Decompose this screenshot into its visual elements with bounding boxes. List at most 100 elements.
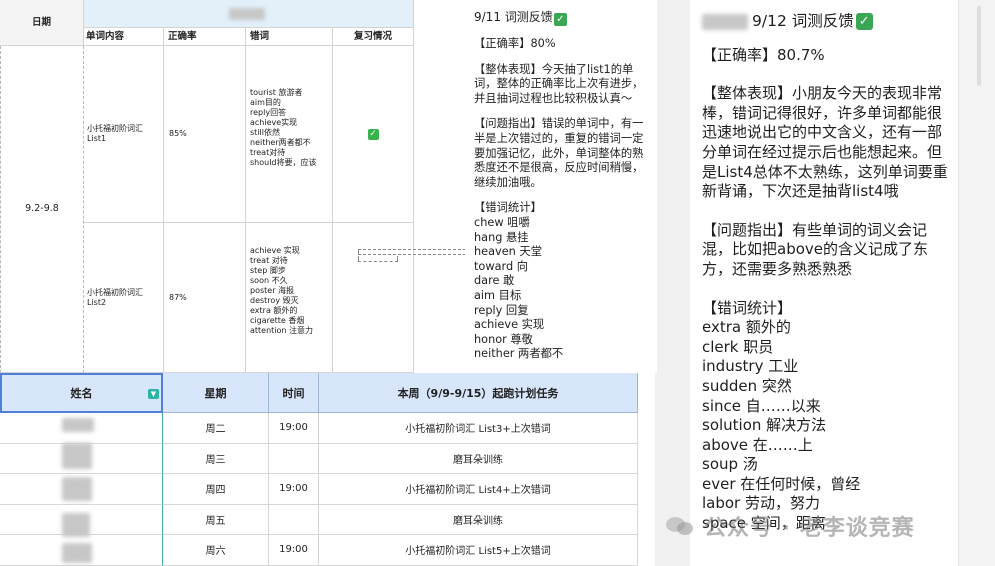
wrong-word-item: since 自……以来: [702, 396, 821, 415]
blurred-student-name: [229, 8, 265, 20]
blurred-student-name-4: [62, 513, 90, 537]
error-word: treat 对待: [250, 256, 288, 265]
row1-content-cell[interactable]: 小托福初阶词汇 List1: [84, 46, 164, 223]
copy-selection-marquee-2: [358, 256, 398, 262]
wrong-word-item: sudden 突然: [702, 376, 792, 395]
error-word: treat对待: [250, 148, 286, 157]
error-word: cigarette 香烟: [250, 316, 305, 325]
weekday-column-header[interactable]: 星期: [163, 373, 269, 413]
wrong-word-item: extra 额外的: [702, 318, 791, 337]
feedback-912-title: 9/12 词测反馈 ✓: [702, 12, 948, 32]
row2-content-cell[interactable]: 小托福初阶词汇 List2: [84, 223, 164, 373]
row1-review-cell[interactable]: ✓: [333, 46, 414, 223]
error-word: achieve实现: [250, 118, 298, 127]
wechat-logo-icon: [666, 514, 696, 538]
wrong-word-item: dare 敢: [474, 274, 515, 288]
weekday-cell[interactable]: 周五: [163, 504, 269, 535]
row1-errors-cell[interactable]: tourist 旅游者 aim目的 reply回答 achieve实现 still依然 n…: [246, 46, 333, 223]
accuracy-column-header[interactable]: 正确率: [164, 28, 246, 46]
feedback-911-issues: 【问题指出】错误的单词中，有一半是上次错过的，重复的错词一定要加强记忆，此外，单…: [474, 117, 644, 189]
row1-accuracy-cell[interactable]: 85%: [164, 46, 246, 223]
time-cell[interactable]: 19:00: [269, 474, 319, 505]
error-word: should将要，应该: [250, 158, 317, 167]
wrong-word-item: above 在……上: [702, 435, 813, 454]
row2-accuracy-cell[interactable]: 87%: [164, 223, 246, 373]
error-word: poster 海报: [250, 286, 295, 295]
feedback-card-912: 9/12 词测反馈 ✓ 【正确率】80.7% 【整体表现】小朋友今天的表现非常棒…: [690, 0, 958, 566]
wrong-word-item: aim 目标: [474, 288, 522, 302]
task-cell[interactable]: 磨耳朵训练: [319, 504, 638, 535]
time-cell-text: 19:00: [279, 483, 308, 495]
wrong-word-item: reply 回复: [474, 303, 529, 317]
error-word: destroy 毁灭: [250, 296, 299, 305]
wrong-word-item: soup 汤: [702, 455, 758, 474]
task-cell[interactable]: 磨耳朵训练: [319, 443, 638, 474]
weekday-cell[interactable]: 周二: [163, 413, 269, 444]
weekday-cell-text: 周六: [205, 546, 226, 558]
task-cell[interactable]: 小托福初阶词汇 List3+上次错词: [319, 413, 638, 444]
weekday-cell-text: 周三: [205, 454, 226, 466]
row2-errors-cell[interactable]: achieve 实现 treat 对待 step 脚步 soon 不久 poster 海…: [246, 223, 333, 373]
date-column-header[interactable]: 日期: [0, 0, 84, 46]
vocab-test-sheet: 日期 单词内容 正确率 错词 复习情况 9.2-9.8 小托福初阶词汇 List…: [0, 0, 636, 373]
empty-sheet-area[interactable]: [414, 0, 465, 373]
time-cell[interactable]: 19:00: [269, 535, 319, 566]
task-cell-text: 小托福初阶词汇 List3+上次错词: [405, 424, 551, 436]
feedback-912-stats-title: 【错词统计】: [702, 298, 793, 317]
error-word: neither两者都不: [250, 138, 311, 147]
time-column-header[interactable]: 时间: [269, 373, 319, 413]
date-range-cell[interactable]: 9.2-9.8: [0, 46, 84, 373]
filter-icon[interactable]: ▼: [148, 389, 159, 399]
row1-error-list: tourist 旅游者 aim目的 reply回答 achieve实现 still依然 n…: [250, 88, 332, 168]
weekday-cell[interactable]: 周三: [163, 443, 269, 474]
error-word: extra 额外的: [250, 306, 298, 315]
row2-review-cell[interactable]: [333, 223, 414, 373]
blurred-student-name: [62, 418, 94, 432]
name-column-header[interactable]: 姓名: [0, 373, 163, 413]
task-cell-text: 磨耳朵训练: [453, 515, 503, 527]
blurred-avatar-name: [702, 13, 748, 30]
task-cell[interactable]: 小托福初阶词汇 List5+上次错词: [319, 535, 638, 566]
date-header-label: 日期: [31, 16, 51, 28]
feedback-912-word-list: extra 额外的 clerk 职员 industry 工业 sudden 突然 sin…: [702, 318, 948, 534]
weekday-cell-text: 周二: [205, 424, 226, 436]
error-word: soon 不久: [250, 276, 288, 285]
errors-column-header[interactable]: 错词: [246, 28, 333, 46]
content-column-header[interactable]: 单词内容: [84, 28, 164, 46]
error-word: still依然: [250, 128, 280, 137]
row2-error-list: achieve 实现 treat 对待 step 脚步 soon 不久 poster 海…: [250, 246, 332, 336]
time-cell[interactable]: [269, 443, 319, 474]
error-word: achieve 实现: [250, 246, 300, 255]
error-word: step 脚步: [250, 266, 286, 275]
feedback-912-overall: 【整体表现】小朋友今天的表现非常棒，错词记得很好，许多单词都能很迅速地说出它的中…: [702, 84, 948, 201]
green-check-icon: ✓: [367, 128, 379, 140]
error-word: attention 注意力: [250, 326, 314, 335]
feedback-912-accuracy: 【正确率】80.7%: [702, 45, 825, 64]
blurred-student-name-5: [62, 543, 92, 563]
task-cell[interactable]: 小托福初阶词汇 List4+上次错词: [319, 474, 638, 505]
time-cell-text: 19:00: [279, 544, 308, 556]
time-cell[interactable]: [269, 504, 319, 535]
wrong-word-item: toward 向: [474, 259, 529, 273]
wechat-watermark: 公众号 · 老李谈竞赛: [666, 509, 966, 543]
blurred-student-name-2: [62, 443, 92, 469]
weekday-cell[interactable]: 周四: [163, 474, 269, 505]
task-column-header[interactable]: 本周（9/9-9/15）起跑计划任务: [319, 373, 638, 413]
error-word: reply回答: [250, 108, 287, 117]
wrong-word-item: clerk 职员: [702, 337, 774, 356]
scrollbar-thumb[interactable]: [977, 6, 981, 86]
feedback-911-stats-title: 【错词统计】: [474, 201, 542, 215]
wrong-word-item: achieve 实现: [474, 318, 545, 332]
student-name-merged-header[interactable]: [84, 0, 414, 28]
weekday-cell[interactable]: 周六: [163, 535, 269, 566]
wrong-word-item: honor 尊敬: [474, 332, 533, 346]
time-cell[interactable]: 19:00: [269, 413, 319, 444]
feedback-911-accuracy: 【正确率】80%: [474, 37, 556, 50]
wrong-word-item: heaven 天堂: [474, 245, 543, 259]
feedback-911-word-list: chew 咀嚼 hang 悬挂 heaven 天堂 toward 向 dare 敢 aim…: [474, 216, 651, 362]
review-column-header[interactable]: 复习情况: [333, 28, 414, 46]
wrong-word-item: ever 在任何时候，曾经: [702, 474, 861, 493]
weekday-cell-text: 周四: [205, 485, 226, 497]
wrong-word-item: chew 咀嚼: [474, 215, 530, 229]
wrong-word-item: industry 工业: [702, 357, 799, 376]
